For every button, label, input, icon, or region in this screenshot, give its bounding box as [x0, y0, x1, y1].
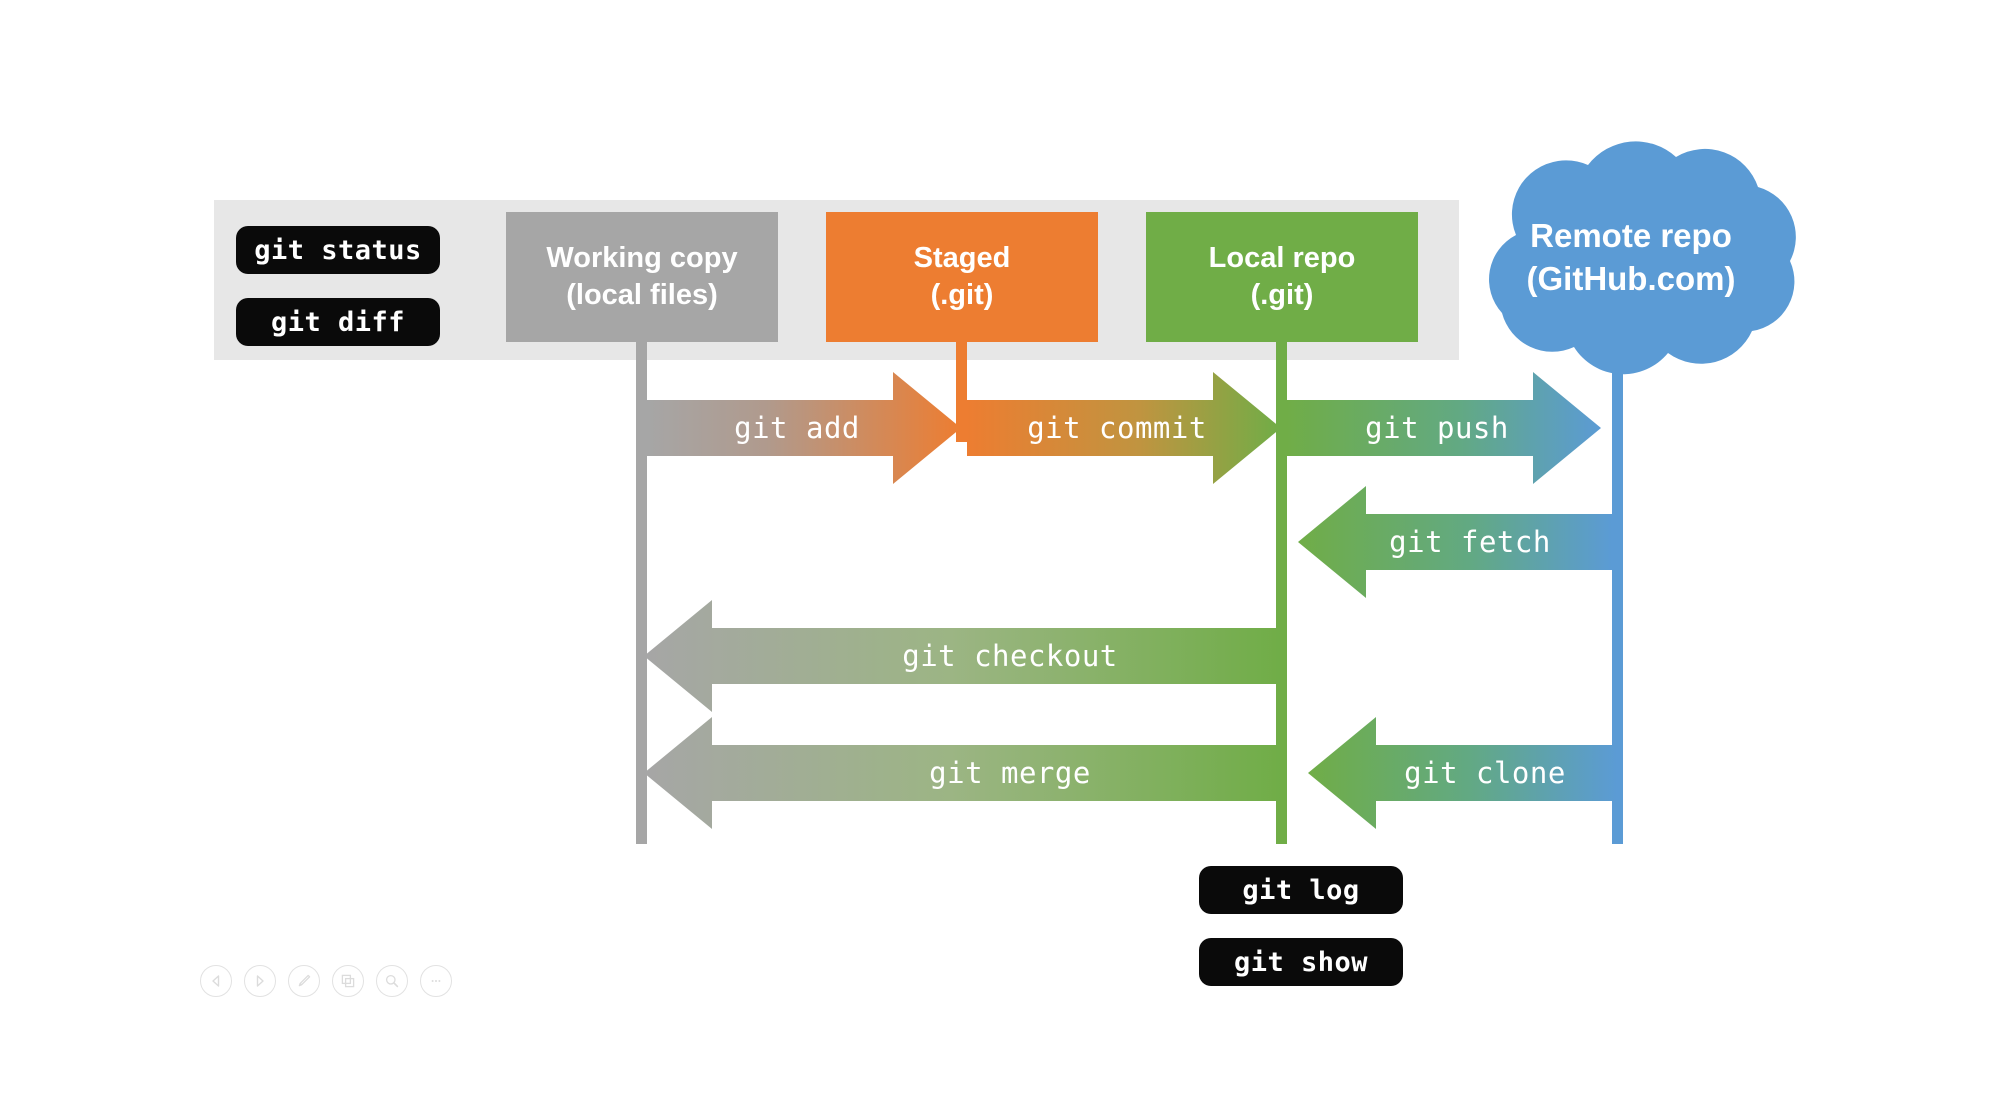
git-show-label: git show	[1233, 946, 1369, 978]
git-show-badge[interactable]: git show	[1199, 938, 1403, 986]
git-status-badge[interactable]: git status	[236, 226, 440, 274]
previous-icon[interactable]	[200, 965, 232, 997]
git-log-label: git log	[1242, 874, 1360, 906]
local-repo-box[interactable]	[1146, 212, 1418, 342]
git-log-badge[interactable]: git log	[1199, 866, 1403, 914]
git-add-arrow	[647, 372, 961, 484]
pages-icon[interactable]	[332, 965, 364, 997]
git-status-label: git status	[254, 234, 422, 266]
working-copy-connector	[636, 342, 647, 844]
next-icon[interactable]	[244, 965, 276, 997]
git-commit-arrow	[967, 372, 1281, 484]
git-workflow-diagram	[214, 141, 1796, 844]
git-push-arrow	[1287, 372, 1601, 484]
more-icon[interactable]	[420, 965, 452, 997]
git-diff-label: git diff	[270, 306, 406, 338]
git-diff-badge[interactable]: git diff	[236, 298, 440, 346]
viewer-toolbar[interactable]	[200, 965, 452, 997]
git-merge-arrow	[644, 717, 1281, 829]
staged-box[interactable]	[826, 212, 1098, 342]
git-fetch-arrow	[1298, 486, 1612, 598]
git-clone-arrow	[1308, 717, 1617, 829]
git-checkout-arrow	[644, 600, 1281, 712]
slide-canvas: git status git diff Working copy (local …	[0, 0, 2000, 1100]
zoom-icon[interactable]	[376, 965, 408, 997]
remote-repo-cloud[interactable]	[1489, 141, 1796, 375]
working-copy-box[interactable]	[506, 212, 778, 342]
pen-icon[interactable]	[288, 965, 320, 997]
